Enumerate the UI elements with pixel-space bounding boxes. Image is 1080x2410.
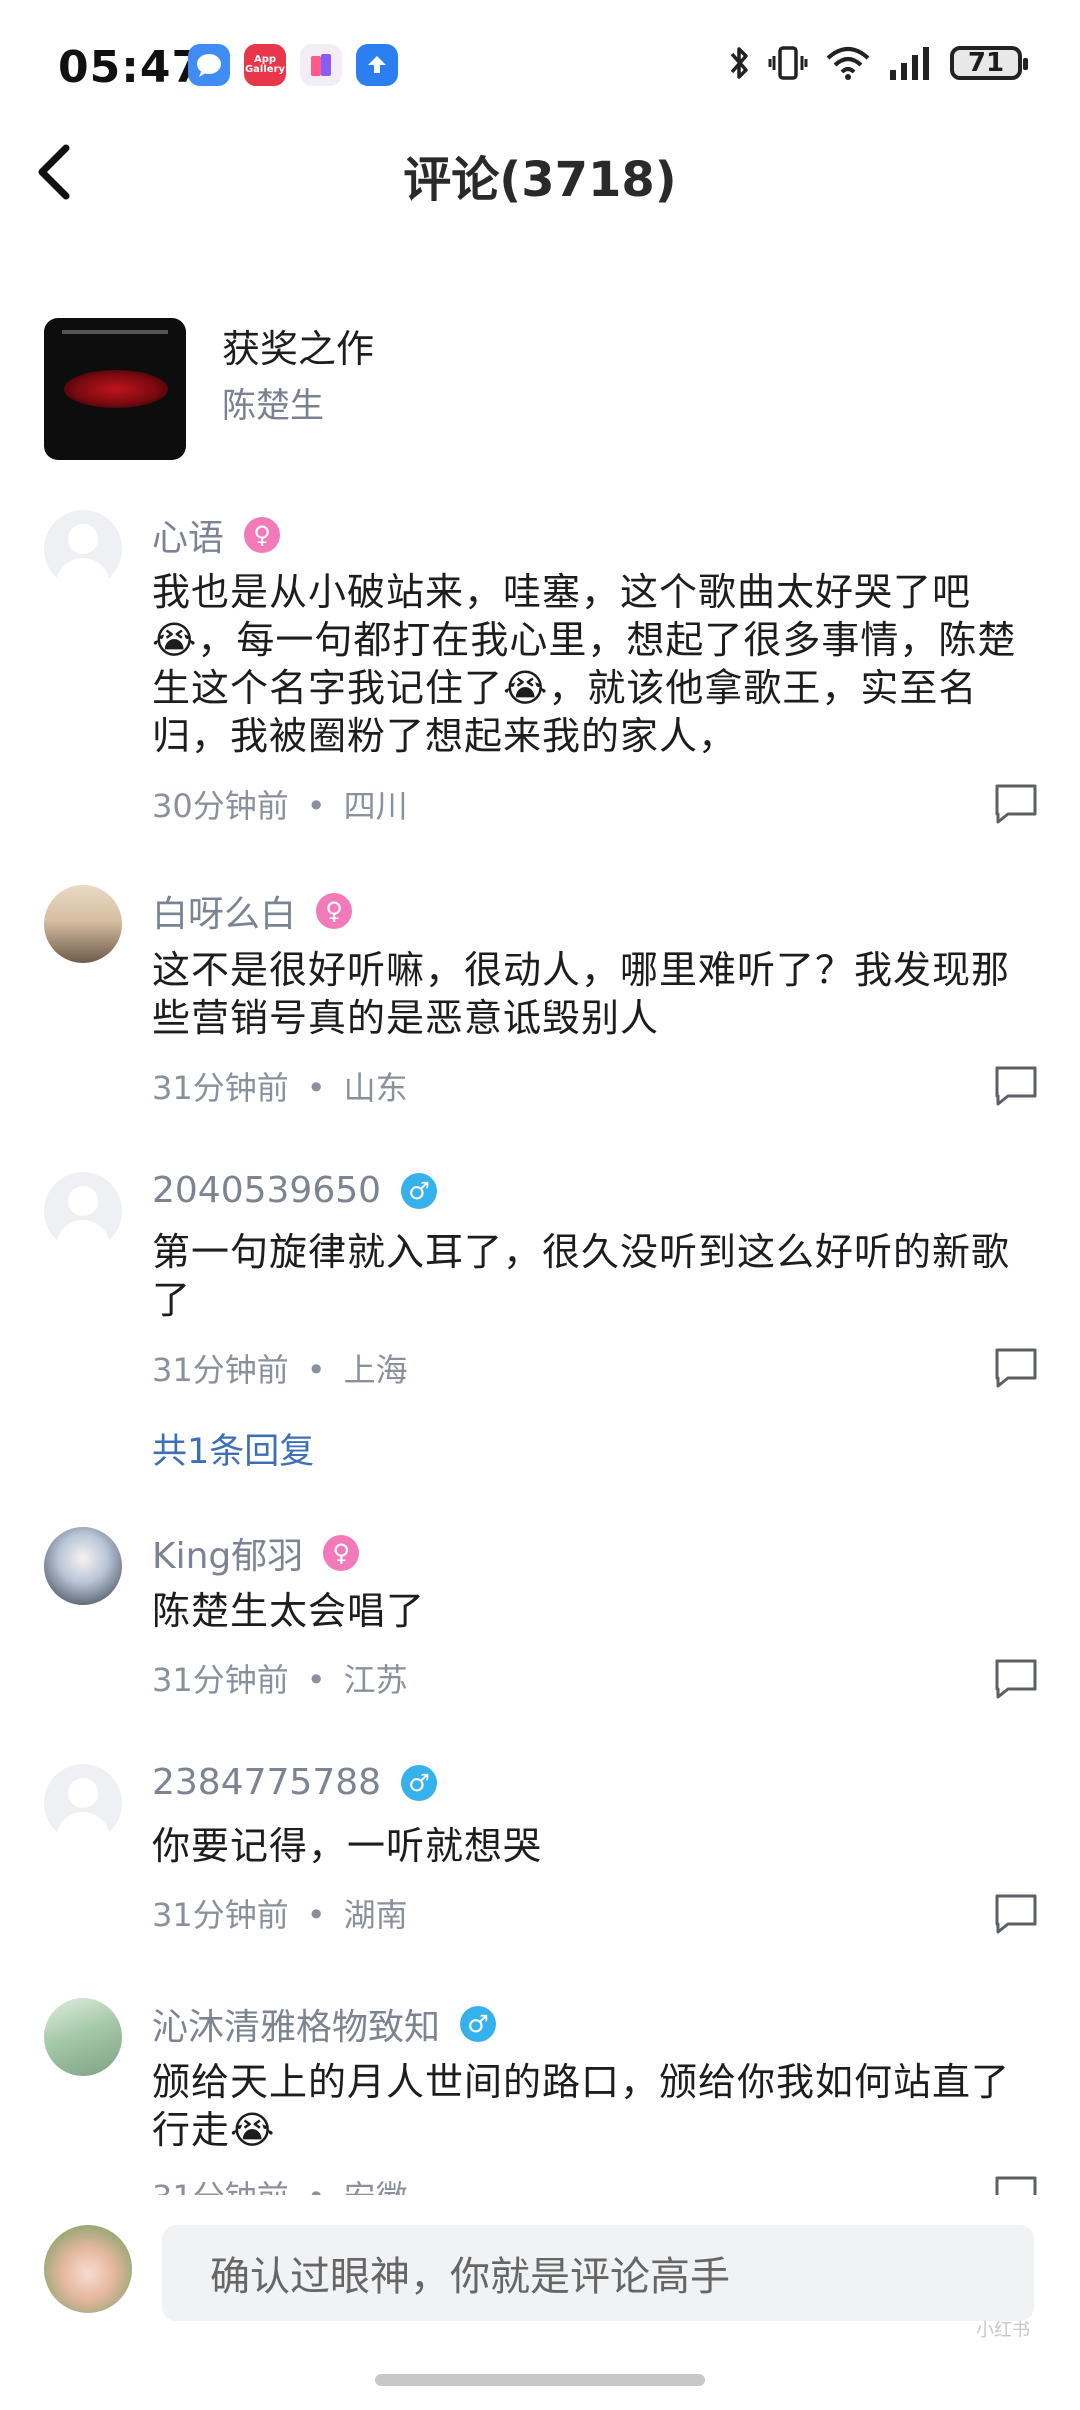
avatar[interactable] <box>44 1172 122 1250</box>
username[interactable]: 沁沐清雅格物致知 <box>152 1998 440 2050</box>
male-icon: ♂ <box>401 1764 438 1801</box>
username-row: 沁沐清雅格物致知 ♂ <box>152 1998 497 2050</box>
meta-separator: • <box>306 1896 326 1934</box>
comment-time: 31分钟前 <box>152 1661 289 1699</box>
page-title: 评论(3718) <box>403 152 677 208</box>
comment-time: 31分钟前 <box>152 1896 289 1934</box>
comment-location: 湖南 <box>343 1896 408 1934</box>
avatar[interactable] <box>44 1764 122 1842</box>
my-avatar[interactable] <box>44 2225 132 2313</box>
reply-icon[interactable] <box>992 2174 1040 2195</box>
comment-text[interactable]: 这不是很好听嘛，很动人，哪里难听了？我发现那些营销号真的是恶意诋毁别人 <box>152 946 1032 1042</box>
username[interactable]: 2384775788 <box>152 1762 381 1803</box>
meta-separator: • <box>307 2178 326 2195</box>
reply-icon[interactable] <box>992 1657 1040 1701</box>
username-row: 心语 ♀ <box>152 509 281 561</box>
avatar[interactable] <box>44 510 122 588</box>
meta-separator: • <box>306 787 326 825</box>
song-title: 获奖之作 <box>222 327 375 371</box>
meta-separator: • <box>306 1661 326 1699</box>
comment-location: 上海 <box>343 1351 408 1389</box>
username-row: 白呀么白 ♀ <box>152 885 353 937</box>
reply-icon[interactable] <box>992 1064 1040 1108</box>
view-replies-link[interactable]: 共1条回复 <box>152 1423 314 1474</box>
female-icon: ♀ <box>316 893 353 929</box>
female-icon: ♀ <box>323 1535 360 1571</box>
status-time: 05:47 <box>58 42 204 93</box>
reply-icon[interactable] <box>992 1346 1040 1390</box>
upload-icon <box>356 44 398 86</box>
comment-location: 江苏 <box>343 1661 408 1699</box>
username-row: King郁羽 ♀ <box>152 1527 360 1579</box>
battery-indicator: 71 <box>950 46 1028 80</box>
comment-input[interactable]: 确认过眼神，你就是评论高手 <box>162 2225 1034 2321</box>
comment-text[interactable]: 你要记得，一听就想哭 <box>152 1822 1032 1870</box>
signal-icon <box>890 47 929 80</box>
comment-meta: 31分钟前 • 山东 <box>152 1063 408 1109</box>
comment-time: 31分钟前 <box>152 2178 289 2195</box>
male-icon: ♂ <box>460 2006 497 2042</box>
username-row: 2040539650 ♂ <box>152 1170 438 1211</box>
cover-glow <box>64 370 168 408</box>
comment-meta: 31分钟前 • 安徽 <box>152 2172 408 2195</box>
username[interactable]: 白呀么白 <box>152 885 296 937</box>
wifi-icon <box>826 47 870 80</box>
username[interactable]: King郁羽 <box>152 1527 303 1579</box>
app-gallery-icon: App Gallery <box>244 44 286 86</box>
comment-location: 山东 <box>343 1069 408 1107</box>
reply-icon[interactable] <box>992 782 1040 826</box>
username-row: 2384775788 ♂ <box>152 1762 438 1803</box>
bluetooth-icon <box>730 47 748 79</box>
meta-separator: • <box>306 1069 326 1107</box>
gallery-icon <box>300 44 342 86</box>
comment-meta: 30分钟前 • 四川 <box>152 781 408 827</box>
message-app-icon <box>188 44 230 86</box>
comment-time: 31分钟前 <box>152 1069 289 1107</box>
comment-location: 四川 <box>343 787 408 825</box>
male-icon: ♂ <box>401 1172 438 1209</box>
vibrate-icon <box>768 46 808 80</box>
album-cover[interactable] <box>44 318 186 460</box>
comment-item: 沁沐清雅格物致知 ♂ 颁给天上的月人世间的路口，颁给你我如何站直了行走😭 31分… <box>0 1998 1080 2195</box>
avatar[interactable] <box>44 1998 122 2076</box>
system-status-icons: 71 <box>726 44 1028 82</box>
username[interactable]: 2040539650 <box>152 1170 381 1211</box>
status-bar: 05:47 App Gallery 71 <box>0 0 1080 135</box>
song-artist[interactable]: 陈楚生 <box>222 378 324 427</box>
avatar[interactable] <box>44 1527 122 1605</box>
meta-separator: • <box>306 1351 326 1389</box>
username[interactable]: 心语 <box>152 509 224 561</box>
female-icon: ♀ <box>244 517 281 553</box>
watermark: 小红书 <box>976 2320 1030 2341</box>
reply-icon[interactable] <box>992 1892 1040 1936</box>
notification-icons: App Gallery <box>188 44 398 86</box>
comment-time: 30分钟前 <box>152 787 289 825</box>
comment-meta: 31分钟前 • 湖南 <box>152 1890 408 1936</box>
comment-meta: 31分钟前 • 江苏 <box>152 1655 408 1701</box>
comment-text[interactable]: 第一句旋律就入耳了，很久没听到这么好听的新歌了 <box>152 1228 1032 1324</box>
comment-time: 31分钟前 <box>152 1351 289 1389</box>
home-indicator[interactable] <box>375 2374 705 2386</box>
comment-text[interactable]: 我也是从小破站来，哇塞，这个歌曲太好哭了吧😭，每一句都打在我心里，想起了很多事情… <box>152 568 1032 760</box>
comment-text[interactable]: 颁给天上的月人世间的路口，颁给你我如何站直了行走😭 <box>152 2058 1032 2154</box>
song-card[interactable]: 获奖之作 陈楚生 <box>44 318 1044 463</box>
avatar[interactable] <box>44 885 122 963</box>
cover-decoration <box>62 330 168 334</box>
comment-input-bar: 确认过眼神，你就是评论高手 <box>0 2195 1080 2395</box>
comment-location: 安徽 <box>344 2178 408 2195</box>
comment-text[interactable]: 陈楚生太会唱了 <box>152 1587 1032 1635</box>
comment-meta: 31分钟前 • 上海 <box>152 1345 408 1391</box>
